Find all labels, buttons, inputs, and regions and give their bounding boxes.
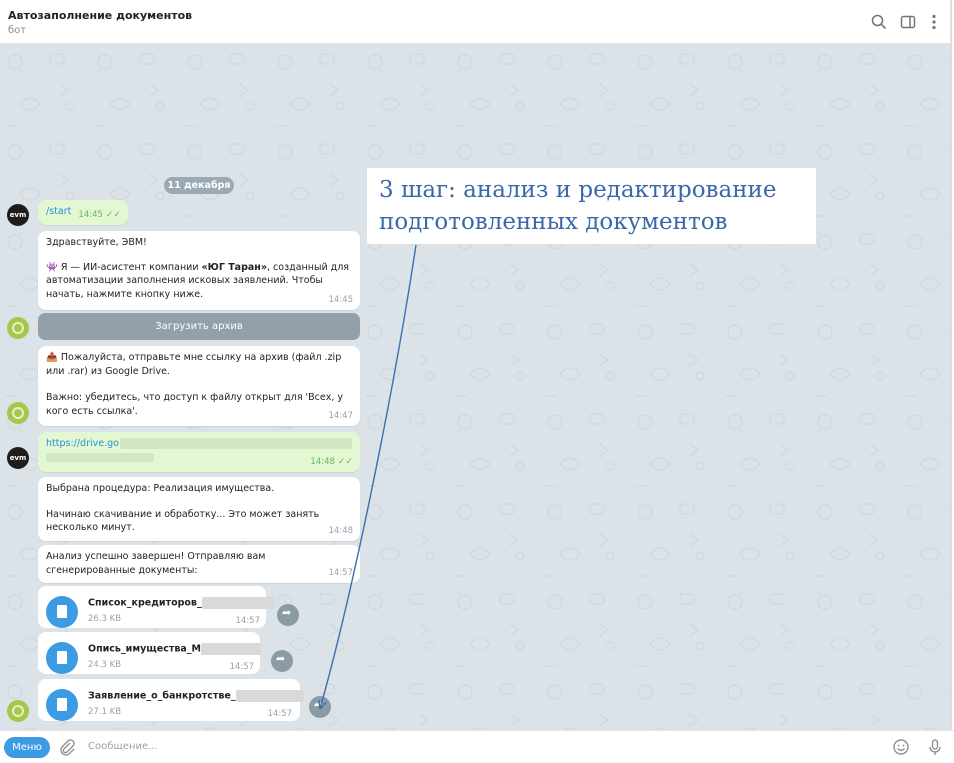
- outgoing-message-drive-link: https://drive.go 14:48 ✓✓: [38, 432, 360, 472]
- bot-message-link-request: 📤 Пожалуйста, отправьте мне ссылку на ар…: [38, 346, 360, 426]
- redacted-link: [46, 452, 154, 462]
- bot-avatar[interactable]: [7, 700, 29, 722]
- message-time: 14:57: [229, 662, 255, 672]
- chat-area[interactable]: 11 декабря evm /start 14:45 ✓✓ Здравствуй…: [0, 44, 952, 730]
- outgoing-message-start: /start 14:45 ✓✓: [38, 200, 128, 225]
- attach-icon[interactable]: [58, 738, 76, 756]
- message-composer: Меню Сообщение...: [0, 730, 954, 763]
- processing-text: Начинаю скачивание и обработку... Это мо…: [46, 508, 320, 534]
- file-name: Заявление_о_банкротстве_: [88, 690, 304, 702]
- bot-avatar[interactable]: [7, 317, 29, 339]
- file-name: Опись_имущества_М: [88, 643, 262, 655]
- procedure-text: Выбрана процедура: Реализация имущества.: [46, 483, 275, 494]
- sidebar-toggle-icon[interactable]: [899, 13, 917, 31]
- forward-icon[interactable]: [271, 650, 293, 672]
- user-avatar[interactable]: evm: [7, 204, 29, 226]
- document-file[interactable]: Опись_имущества_М 24.3 KB 14:57: [38, 632, 262, 674]
- message-time: 14:57: [235, 616, 261, 626]
- search-icon[interactable]: [870, 13, 888, 31]
- redacted-link: [119, 438, 352, 449]
- read-check-icon: ✓✓: [105, 209, 121, 220]
- chat-subtitle: бот: [8, 25, 27, 36]
- file-name: Список_кредиторов_: [88, 597, 276, 609]
- message-time: 14:57: [267, 709, 293, 719]
- forward-icon[interactable]: [309, 696, 331, 718]
- chat-title[interactable]: Автозаполнение документов: [8, 9, 192, 22]
- microphone-icon[interactable]: [926, 738, 944, 756]
- bot-message-procedure: Выбрана процедура: Реализация имущества.…: [38, 477, 360, 541]
- annotation-callout: 3 шаг: анализ и редактирование подготовл…: [367, 168, 816, 244]
- date-separator: 11 декабря: [164, 177, 234, 194]
- access-note-text: Важно: убедитесь, что доступ к файлу отк…: [46, 392, 344, 417]
- redacted-filename: [201, 643, 262, 655]
- file-icon[interactable]: [46, 642, 78, 674]
- bot-message-analysis-done: Анализ успешно завершен! Отправляю вам с…: [38, 545, 360, 583]
- file-size: 26.3 KB: [88, 614, 122, 624]
- message-time: 14:48: [328, 525, 354, 536]
- drive-link[interactable]: https://drive.go: [46, 438, 119, 449]
- emoji-icon[interactable]: [892, 738, 910, 756]
- read-check-icon: ✓✓: [337, 456, 353, 467]
- chat-header: Автозаполнение документов бот: [0, 0, 952, 44]
- greeting-line: Здравствуйте, ЭВМ!: [46, 237, 147, 248]
- message-input[interactable]: Сообщение...: [88, 741, 158, 752]
- link-request-text: 📤 Пожалуйста, отправьте мне ссылку на ар…: [46, 352, 342, 377]
- file-size: 24.3 KB: [88, 660, 122, 670]
- upload-archive-button[interactable]: Загрузить архив: [38, 313, 360, 340]
- file-icon[interactable]: [46, 596, 78, 628]
- document-file[interactable]: Список_кредиторов_ 26.3 KB 14:57: [38, 586, 276, 628]
- forward-icon[interactable]: [277, 604, 299, 626]
- file-icon[interactable]: [46, 689, 78, 721]
- menu-button[interactable]: Меню: [4, 737, 50, 758]
- more-options-icon[interactable]: [925, 13, 943, 31]
- user-avatar[interactable]: evm: [7, 447, 29, 469]
- message-time: 14:57: [328, 567, 354, 578]
- bot-avatar[interactable]: [7, 402, 29, 424]
- greeting-text: 👾 Я — ИИ-асистент компании «ЮГ Таран», с…: [46, 261, 349, 300]
- message-time: 14:45 ✓✓: [78, 209, 121, 220]
- file-size: 27.1 KB: [88, 707, 122, 717]
- message-time: 14:45: [328, 294, 354, 305]
- start-command[interactable]: /start: [46, 206, 71, 217]
- analysis-done-text: Анализ успешно завершен! Отправляю вам с…: [46, 551, 266, 576]
- document-file[interactable]: Заявление_о_банкротстве_ 27.1 KB 14:57: [38, 679, 304, 721]
- message-time: 14:48 ✓✓: [310, 456, 353, 467]
- bot-message-greeting: Здравствуйте, ЭВМ! 👾 Я — ИИ-асистент ком…: [38, 231, 360, 310]
- redacted-filename: [235, 690, 304, 702]
- message-time: 14:47: [328, 410, 354, 421]
- redacted-filename: [201, 597, 276, 609]
